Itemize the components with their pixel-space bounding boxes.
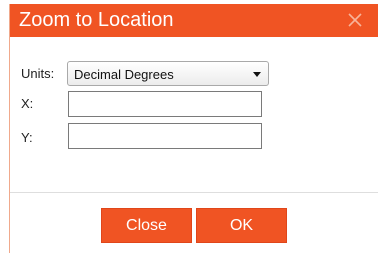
dialog-title: Zoom to Location <box>19 9 174 31</box>
y-label: Y: <box>21 130 33 145</box>
x-coordinate-input[interactable] <box>68 91 262 117</box>
units-label: Units: <box>21 66 55 81</box>
zoom-to-location-dialog: Zoom to Location Units: Decimal Degrees … <box>9 4 378 253</box>
ok-button[interactable]: OK <box>196 208 287 243</box>
close-icon[interactable] <box>347 12 363 28</box>
close-button[interactable]: Close <box>101 208 192 243</box>
footer-divider <box>10 192 378 193</box>
x-label: X: <box>21 96 34 111</box>
dialog-titlebar: Zoom to Location <box>10 4 378 37</box>
units-select[interactable]: Decimal Degrees <box>67 61 269 86</box>
chevron-down-icon <box>253 72 261 77</box>
y-coordinate-input[interactable] <box>68 123 262 149</box>
units-selected-value: Decimal Degrees <box>74 67 174 82</box>
